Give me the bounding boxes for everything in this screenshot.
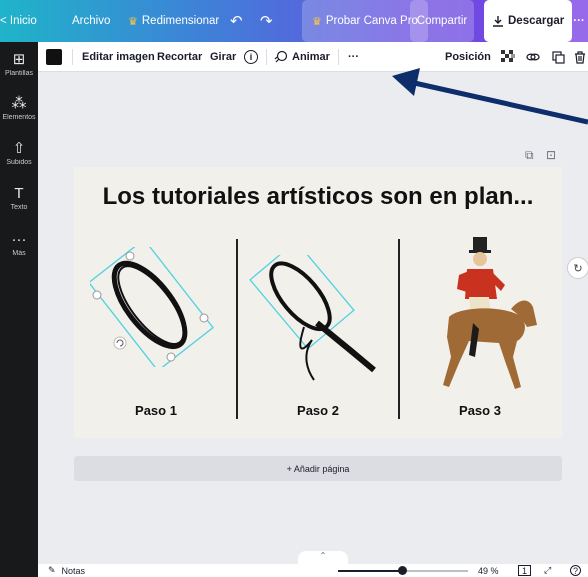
notes-button[interactable]: ✎ Notas: [48, 564, 85, 577]
crop-button[interactable]: Recortar: [157, 42, 202, 72]
add-page-icon[interactable]: ⊡: [546, 148, 556, 162]
download-button[interactable]: Descargar: [484, 0, 573, 42]
help-icon[interactable]: ?: [570, 565, 581, 576]
zoom-slider[interactable]: [338, 566, 468, 575]
step-label[interactable]: Paso 1: [96, 403, 216, 418]
resize-handle: [199, 313, 209, 323]
refresh-icon[interactable]: ↻: [567, 257, 588, 279]
sidebar-item-elements[interactable]: ⁂ Elementos: [0, 95, 38, 122]
file-menu[interactable]: Archivo: [72, 0, 110, 42]
horse-rider-illustration[interactable]: [429, 237, 539, 397]
elements-icon: ⁂: [11, 95, 27, 112]
try-pro-label: Probar Canva Pro: [325, 15, 418, 27]
upload-icon: ⇧: [12, 140, 26, 157]
crown-icon: ♛: [128, 15, 138, 28]
sidebar-item-label: Más: [12, 250, 26, 257]
undo-icon[interactable]: ↶: [230, 0, 243, 42]
more-icon: ···: [11, 231, 27, 248]
step2-drawing[interactable]: [242, 255, 392, 385]
annotation-arrow: [392, 68, 588, 125]
sidebar-item-label: Elementos: [2, 114, 36, 121]
zoom-slider-fill: [338, 570, 402, 572]
notes-label: Notas: [61, 565, 86, 576]
resize-handle: [125, 251, 135, 261]
divider-line[interactable]: [398, 239, 400, 419]
left-sidebar: ⊞ Plantillas ⁂ Elementos ⇧ Subidos T Tex…: [0, 42, 38, 577]
sidebar-item-label: Plantillas: [4, 70, 33, 77]
page-title[interactable]: Los tutoriales artísticos son en plan...: [74, 183, 562, 211]
animate-button[interactable]: Animar: [274, 42, 330, 72]
notes-icon: ✎: [48, 565, 56, 575]
toolbar-more-button[interactable]: ···: [348, 42, 359, 72]
step-label[interactable]: Paso 2: [258, 403, 378, 418]
resize-label: Redimensionar: [141, 15, 220, 27]
sidebar-item-more[interactable]: ··· Más: [0, 231, 38, 258]
sidebar-item-templates[interactable]: ⊞ Plantillas: [0, 51, 38, 78]
toolbar-divider: [338, 49, 339, 65]
redo-icon[interactable]: ↷: [260, 0, 273, 42]
sidebar-item-uploads[interactable]: ⇧ Subidos: [0, 140, 38, 167]
step1-drawing[interactable]: [90, 247, 220, 367]
toolbar-divider: [266, 49, 267, 65]
rotate-button[interactable]: Girar: [210, 42, 236, 72]
color-swatch[interactable]: [46, 49, 62, 65]
templates-icon: ⊞: [12, 51, 26, 68]
info-button[interactable]: i: [244, 42, 258, 72]
rotate-handle-icon: [113, 336, 127, 350]
zoom-level[interactable]: 49 %: [478, 564, 499, 577]
share-button[interactable]: Compartir: [410, 0, 474, 42]
more-options-button[interactable]: ···: [564, 0, 588, 42]
resize-button[interactable]: ♛ Redimensionar: [128, 0, 219, 42]
divider-line[interactable]: [236, 239, 238, 419]
download-icon: [493, 16, 503, 27]
add-page-button[interactable]: + Añadir página: [74, 456, 562, 481]
sidebar-item-text[interactable]: T Texto: [0, 185, 38, 212]
animate-label: Animar: [292, 51, 330, 63]
text-icon: T: [14, 185, 24, 202]
toolbar-divider: [72, 49, 73, 65]
bottom-bar: ✎ Notas 49 % 1 ⤢ ?: [38, 564, 588, 577]
zoom-slider-knob[interactable]: [397, 566, 407, 575]
download-label: Descargar: [508, 15, 565, 27]
expand-icon[interactable]: ⤢: [544, 564, 551, 577]
resize-handle: [166, 352, 176, 362]
chevron-up-icon[interactable]: ⌃: [298, 551, 348, 565]
crown-icon: ♛: [312, 15, 322, 28]
page-count[interactable]: 1: [518, 565, 532, 576]
home-button[interactable]: < Inicio: [0, 0, 37, 42]
animate-icon: [274, 50, 288, 63]
copy-page-icon[interactable]: ⧉: [525, 148, 534, 163]
sidebar-item-label: Texto: [10, 204, 28, 211]
top-bar: < Inicio Archivo ♛ Redimensionar ↶ ↷ ♛ P…: [0, 0, 588, 42]
step-label[interactable]: Paso 3: [420, 403, 540, 418]
design-page[interactable]: Los tutoriales artísticos son en plan...: [74, 167, 562, 438]
edit-image-button[interactable]: Editar imagen: [82, 42, 155, 72]
info-icon: i: [244, 50, 258, 64]
sidebar-item-label: Subidos: [6, 159, 32, 166]
resize-handle: [92, 290, 102, 300]
